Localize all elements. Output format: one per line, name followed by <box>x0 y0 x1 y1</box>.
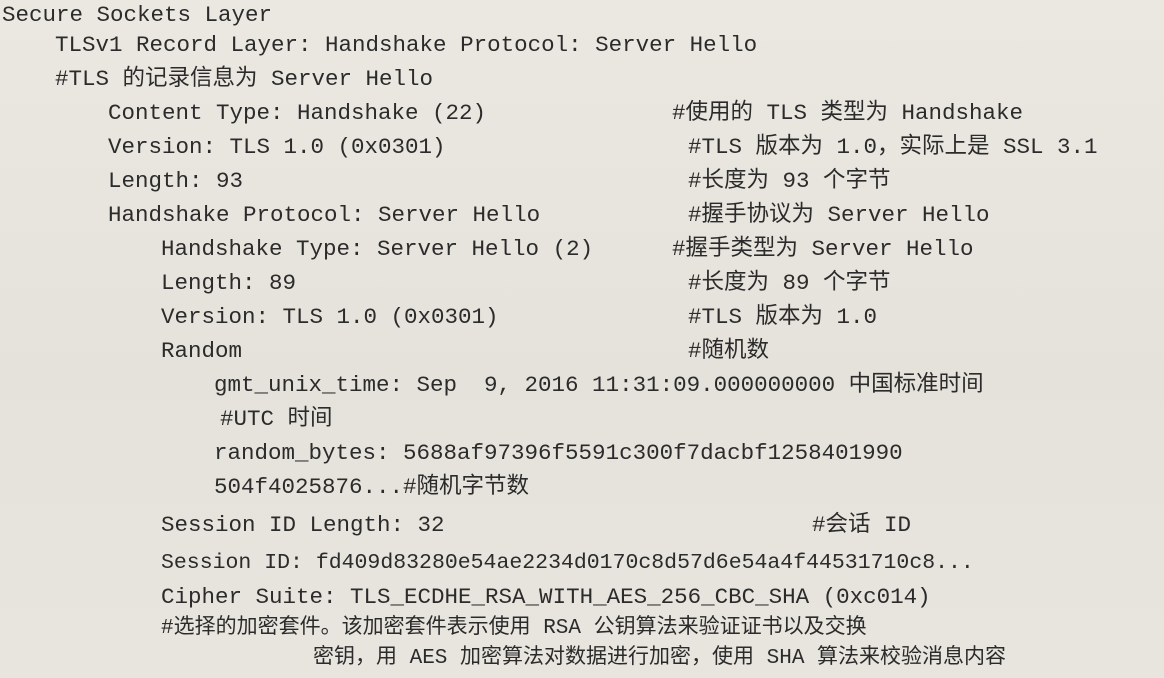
line-16-comment: #会话 ID <box>812 512 912 538</box>
line-20: 密钥，用 AES 加密算法对数据进行加密，使用 SHA 算法来校验消息内容 <box>313 647 1007 670</box>
line-10-comment: #TLS 版本为 1.0 <box>688 304 878 330</box>
line-19: #选择的加密套件。该加密套件表示使用 RSA 公钥算法来验证证书以及交换 <box>161 617 867 640</box>
document-page: Secure Sockets Layer TLSv1 Record Layer:… <box>0 0 1164 678</box>
line-16: Session ID Length: 32 <box>161 512 445 538</box>
line-6-comment: #长度为 93 个字节 <box>688 168 891 194</box>
line-1: Secure Sockets Layer <box>2 2 273 28</box>
line-5-comment: #TLS 版本为 1.0，实际上是 SSL 3.1 <box>688 134 1098 160</box>
line-14: random_bytes: 5688af97396f5591c300f7dacb… <box>214 440 903 466</box>
line-8: Handshake Type: Server Hello (2) <box>161 236 594 262</box>
line-4-comment: #使用的 TLS 类型为 Handshake <box>672 100 1024 126</box>
line-9-comment: #长度为 89 个字节 <box>688 270 891 296</box>
line-11: Random <box>161 338 243 364</box>
line-4: Content Type: Handshake (22) <box>108 100 487 126</box>
line-9: Length: 89 <box>161 270 297 296</box>
line-10: Version: TLS 1.0 (0x0301) <box>161 304 499 330</box>
line-18: Cipher Suite: TLS_ECDHE_RSA_WITH_AES_256… <box>161 584 931 610</box>
line-17: Session ID: fd409d83280e54ae2234d0170c8d… <box>161 551 974 575</box>
line-5: Version: TLS 1.0 (0x0301) <box>108 134 446 160</box>
line-7-comment: #握手协议为 Server Hello <box>688 202 990 228</box>
line-2: TLSv1 Record Layer: Handshake Protocol: … <box>55 32 758 58</box>
line-15: 504f4025876...#随机字节数 <box>214 474 530 500</box>
line-7: Handshake Protocol: Server Hello <box>108 202 541 228</box>
line-12: gmt_unix_time: Sep 9, 2016 11:31:09.0000… <box>214 372 984 398</box>
line-11-comment: #随机数 <box>688 338 770 364</box>
line-8-comment: #握手类型为 Server Hello <box>672 236 974 262</box>
line-6: Length: 93 <box>108 168 244 194</box>
line-3: #TLS 的记录信息为 Server Hello <box>55 66 434 92</box>
line-13: #UTC 时间 <box>220 406 333 432</box>
